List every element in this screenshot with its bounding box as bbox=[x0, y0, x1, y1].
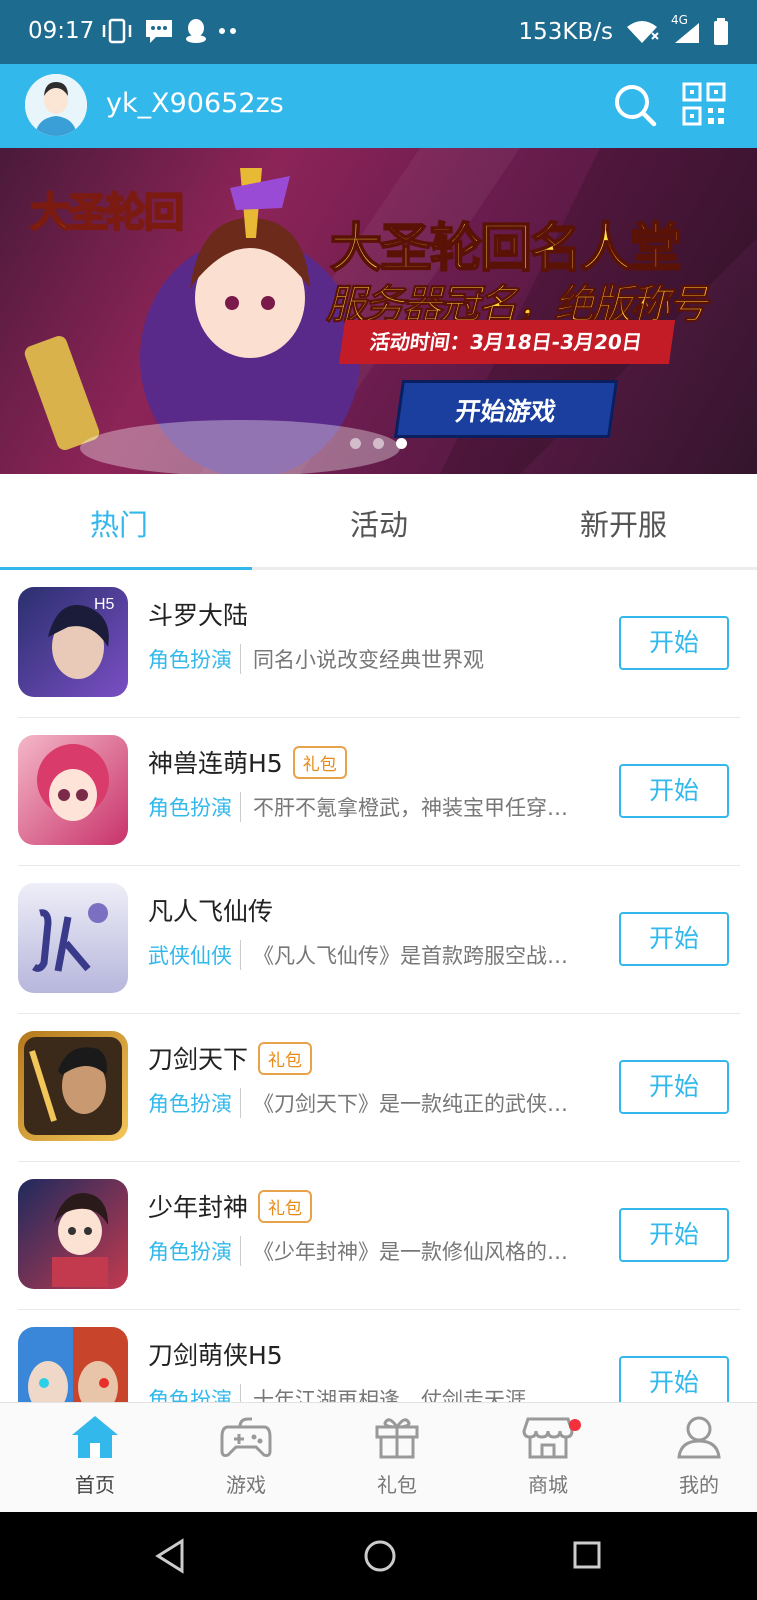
game-category: 角色扮演 bbox=[148, 1240, 232, 1264]
username[interactable]: yk_X90652zs bbox=[106, 88, 284, 119]
tab-new-servers[interactable]: 新开服 bbox=[580, 502, 667, 544]
game-row[interactable]: 神兽连萌H5 礼包 角色扮演 不肝不氪拿橙武，神装宝甲任穿… 开始 bbox=[18, 718, 740, 866]
game-name: 神兽连萌H5 bbox=[148, 749, 283, 778]
nav-item-profile[interactable]: 我的 bbox=[644, 1413, 754, 1498]
game-list: H5 斗罗大陆 角色扮演 同名小说改变经典世界观 开始 神兽连萌H5 礼包 角色… bbox=[0, 570, 757, 1402]
nav-item-gifts[interactable]: 礼包 bbox=[342, 1413, 452, 1498]
game-icon[interactable] bbox=[18, 735, 128, 845]
gift-badge: 礼包 bbox=[292, 745, 347, 779]
promo-banner[interactable]: 大圣轮回 大圣轮回名人堂 服务器冠名，绝版称号 活动时间：3月18日-3月20日… bbox=[0, 148, 757, 474]
game-name: 刀剑萌侠H5 bbox=[148, 1341, 283, 1370]
carousel-dot[interactable] bbox=[373, 438, 384, 449]
start-game-button[interactable]: 开始 bbox=[619, 1356, 729, 1402]
bottom-nav: 首页 游戏 礼包 商城 我的 bbox=[0, 1402, 757, 1512]
game-icon-art bbox=[18, 1031, 128, 1141]
nav-label: 我的 bbox=[679, 1473, 719, 1497]
status-time: 09:17 bbox=[28, 18, 95, 44]
avatar-image bbox=[25, 74, 87, 136]
nav-item-games[interactable]: 游戏 bbox=[191, 1413, 301, 1498]
nav-item-home[interactable]: 首页 bbox=[40, 1413, 150, 1498]
status-bar: 09:17 153KB/s 4G bbox=[0, 0, 757, 64]
home-button-icon[interactable] bbox=[362, 1538, 398, 1574]
network-speed: 153KB/s bbox=[518, 19, 614, 45]
game-category: 角色扮演 bbox=[148, 1388, 232, 1402]
nav-label: 首页 bbox=[75, 1473, 115, 1497]
game-row[interactable]: 凡人飞仙传 武侠仙侠 《凡人飞仙传》是首款跨服空战… 开始 bbox=[18, 866, 740, 1014]
start-game-button[interactable]: 开始 bbox=[619, 1060, 729, 1114]
qq-icon bbox=[186, 19, 206, 43]
game-icon[interactable] bbox=[18, 883, 128, 993]
search-icon[interactable] bbox=[612, 82, 658, 128]
start-game-button[interactable]: 开始 bbox=[619, 616, 729, 670]
carousel-indicator bbox=[350, 438, 407, 449]
game-description: 同名小说改变经典世界观 bbox=[240, 644, 612, 674]
message-icon bbox=[146, 20, 172, 43]
game-description: 《凡人飞仙传》是首款跨服空战… bbox=[240, 940, 612, 970]
svg-text:H5: H5 bbox=[94, 596, 115, 613]
game-description: 《刀剑天下》是一款纯正的武侠… bbox=[240, 1088, 612, 1118]
game-icon-art bbox=[18, 883, 128, 993]
game-icon-art bbox=[18, 735, 128, 845]
tab-activities[interactable]: 活动 bbox=[350, 502, 408, 544]
gift-badge: 礼包 bbox=[258, 1041, 313, 1075]
user-icon bbox=[677, 1416, 721, 1459]
start-game-button[interactable]: 开始 bbox=[619, 1208, 729, 1262]
signal-icon bbox=[675, 23, 699, 43]
avatar[interactable] bbox=[25, 74, 87, 136]
back-icon[interactable] bbox=[154, 1538, 186, 1574]
nav-item-store[interactable]: 商城 bbox=[493, 1413, 603, 1498]
game-category: 角色扮演 bbox=[148, 796, 232, 820]
vibrate-icon bbox=[102, 18, 132, 44]
system-nav-bar bbox=[0, 1512, 757, 1600]
nav-label: 游戏 bbox=[226, 1473, 266, 1497]
category-tabs: 热门 活动 新开服 bbox=[0, 474, 757, 570]
banner-title: 大圣轮回名人堂 bbox=[329, 217, 683, 280]
game-category: 角色扮演 bbox=[148, 648, 232, 672]
tab-hot[interactable]: 热门 bbox=[90, 502, 148, 544]
game-icon-art bbox=[18, 1179, 128, 1289]
game-icon-art bbox=[18, 1327, 128, 1402]
more-icon bbox=[219, 28, 236, 34]
game-category: 武侠仙侠 bbox=[148, 944, 232, 968]
game-icon[interactable]: H5 bbox=[18, 587, 128, 697]
game-description: 不肝不氪拿橙武，神装宝甲任穿… bbox=[240, 792, 612, 822]
game-row[interactable]: 少年封神 礼包 角色扮演 《少年封神》是一款修仙风格的… 开始 bbox=[18, 1162, 740, 1310]
gift-badge: 礼包 bbox=[258, 1189, 313, 1223]
game-name: 刀剑天下 bbox=[148, 1045, 249, 1074]
carousel-dot[interactable] bbox=[350, 438, 361, 449]
signal-indicator: 4G bbox=[671, 13, 701, 45]
game-icon[interactable] bbox=[18, 1031, 128, 1141]
game-name: 斗罗大陆 bbox=[148, 601, 249, 630]
app-header: yk_X90652zs bbox=[0, 64, 757, 148]
game-row[interactable]: H5 斗罗大陆 角色扮演 同名小说改变经典世界观 开始 bbox=[18, 570, 740, 718]
game-icon[interactable] bbox=[18, 1327, 128, 1402]
banner-logo: 大圣轮回 bbox=[29, 188, 185, 237]
gamepad-icon bbox=[220, 1417, 272, 1457]
banner-event-time: 活动时间：3月18日-3月20日 bbox=[338, 320, 676, 364]
wifi-icon bbox=[627, 21, 659, 43]
home-icon bbox=[72, 1416, 118, 1458]
game-row[interactable]: 刀剑萌侠H5 角色扮演 十年江湖再相逢，仗剑走天涯… 开始 bbox=[18, 1310, 740, 1402]
recents-icon[interactable] bbox=[572, 1540, 602, 1570]
game-icon[interactable] bbox=[18, 1179, 128, 1289]
gift-icon bbox=[375, 1418, 419, 1459]
nav-label: 礼包 bbox=[377, 1473, 417, 1497]
game-description: 十年江湖再相逢，仗剑走天涯… bbox=[240, 1384, 612, 1402]
game-category: 角色扮演 bbox=[148, 1092, 232, 1116]
start-game-button[interactable]: 开始 bbox=[619, 912, 729, 966]
game-name: 少年封神 bbox=[148, 1193, 249, 1222]
banner-start-game-button[interactable]: 开始游戏 bbox=[393, 380, 619, 438]
game-icon-art: H5 bbox=[18, 587, 128, 697]
game-row[interactable]: 刀剑天下 礼包 角色扮演 《刀剑天下》是一款纯正的武侠… 开始 bbox=[18, 1014, 740, 1162]
game-description: 《少年封神》是一款修仙风格的… bbox=[240, 1236, 612, 1266]
battery-icon bbox=[714, 18, 728, 45]
carousel-dot-active[interactable] bbox=[396, 438, 407, 449]
qr-code-icon[interactable] bbox=[682, 82, 726, 126]
game-name: 凡人飞仙传 bbox=[148, 897, 274, 926]
start-game-button[interactable]: 开始 bbox=[619, 764, 729, 818]
store-icon bbox=[522, 1417, 574, 1459]
notification-dot bbox=[569, 1419, 581, 1431]
nav-label: 商城 bbox=[528, 1473, 568, 1497]
